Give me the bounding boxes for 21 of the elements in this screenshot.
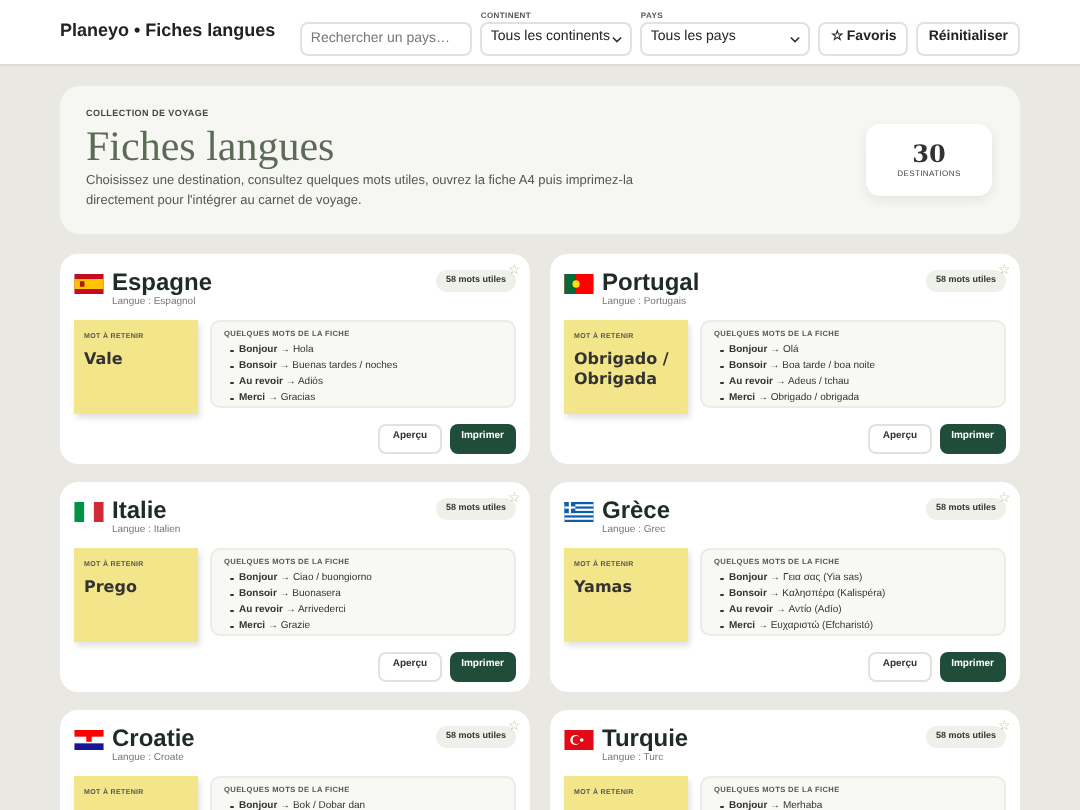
country-name: Turquie [602, 724, 689, 752]
flag-icon [74, 502, 104, 522]
country-name: Croatie [112, 724, 195, 752]
note-word: Vale [84, 349, 125, 370]
app-title: Planeyo • Fiches langues [60, 18, 278, 45]
note-word: Obrigado / Obrigada [574, 349, 671, 390]
country-name: Grèce [602, 496, 671, 524]
flag-icon [564, 274, 594, 294]
flag-icon [74, 274, 104, 294]
note-word: Yamas [574, 577, 634, 598]
page-title: Fiches langues [86, 121, 337, 170]
note-word: Prego [84, 577, 139, 598]
chevron-down-icon [790, 35, 801, 43]
chevron-down-icon [612, 35, 623, 43]
flag-icon [74, 730, 104, 750]
flag-icon [564, 502, 594, 522]
country-name: Italie [112, 496, 169, 524]
flag-icon [564, 730, 594, 750]
count-value: 30 [912, 141, 946, 167]
country-name: Espagne [112, 268, 213, 296]
country-name: Portugal [602, 268, 700, 296]
